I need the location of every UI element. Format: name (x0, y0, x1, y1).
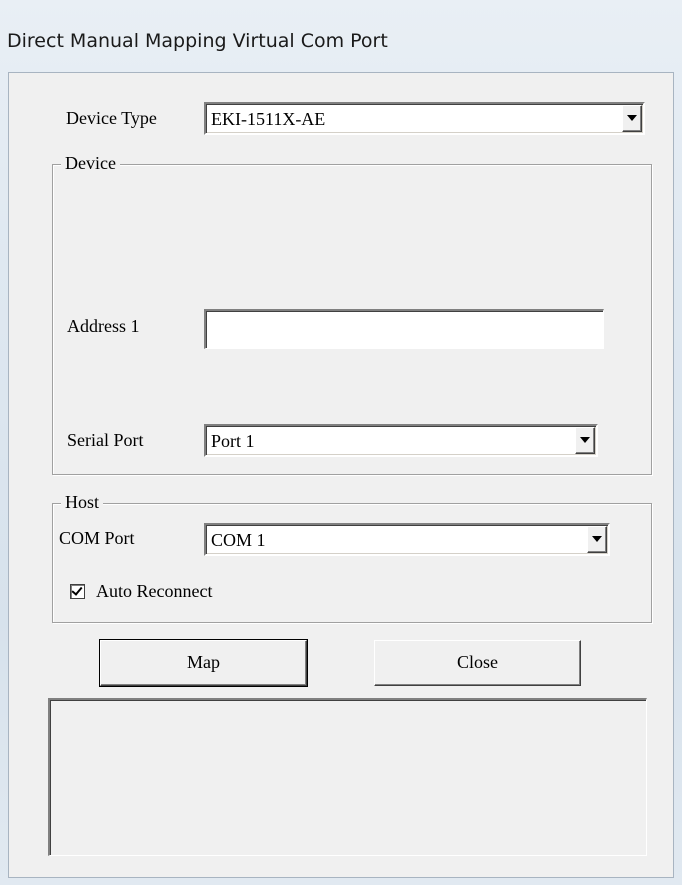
host-group-title: Host (61, 491, 104, 513)
chevron-down-icon[interactable] (622, 105, 642, 132)
map-button[interactable]: Map (99, 639, 308, 687)
serial-port-select[interactable]: Port 1 (204, 424, 598, 457)
host-group: Host COM Port COM 1 Auto Reconnect (52, 491, 652, 623)
auto-reconnect-checkbox[interactable] (70, 584, 85, 599)
com-port-select[interactable]: COM 1 (204, 523, 610, 556)
serial-port-label: Serial Port (67, 430, 144, 450)
device-type-select[interactable]: EKI-1511X-AE (204, 102, 645, 135)
address-label: Address 1 (67, 316, 140, 336)
device-group: Device Address 1 Serial Port Port 1 (52, 152, 652, 475)
auto-reconnect-label[interactable]: Auto Reconnect (96, 580, 212, 602)
device-group-title: Device (61, 152, 120, 174)
serial-port-value: Port 1 (211, 431, 255, 451)
dialog-client-area: Device Type EKI-1511X-AE Device Address … (8, 72, 674, 878)
close-button[interactable]: Close (374, 640, 581, 686)
com-port-label: COM Port (59, 528, 135, 548)
chevron-down-icon[interactable] (587, 526, 607, 553)
dialog-window: Direct Manual Mapping Virtual Com Port D… (0, 0, 682, 885)
device-type-label: Device Type (66, 108, 157, 128)
device-type-value: EKI-1511X-AE (211, 109, 326, 129)
chevron-down-icon[interactable] (575, 427, 595, 454)
com-port-value: COM 1 (211, 530, 266, 550)
address-input[interactable] (204, 309, 604, 349)
status-log-box[interactable] (48, 698, 647, 856)
window-title: Direct Manual Mapping Virtual Com Port (7, 30, 388, 52)
